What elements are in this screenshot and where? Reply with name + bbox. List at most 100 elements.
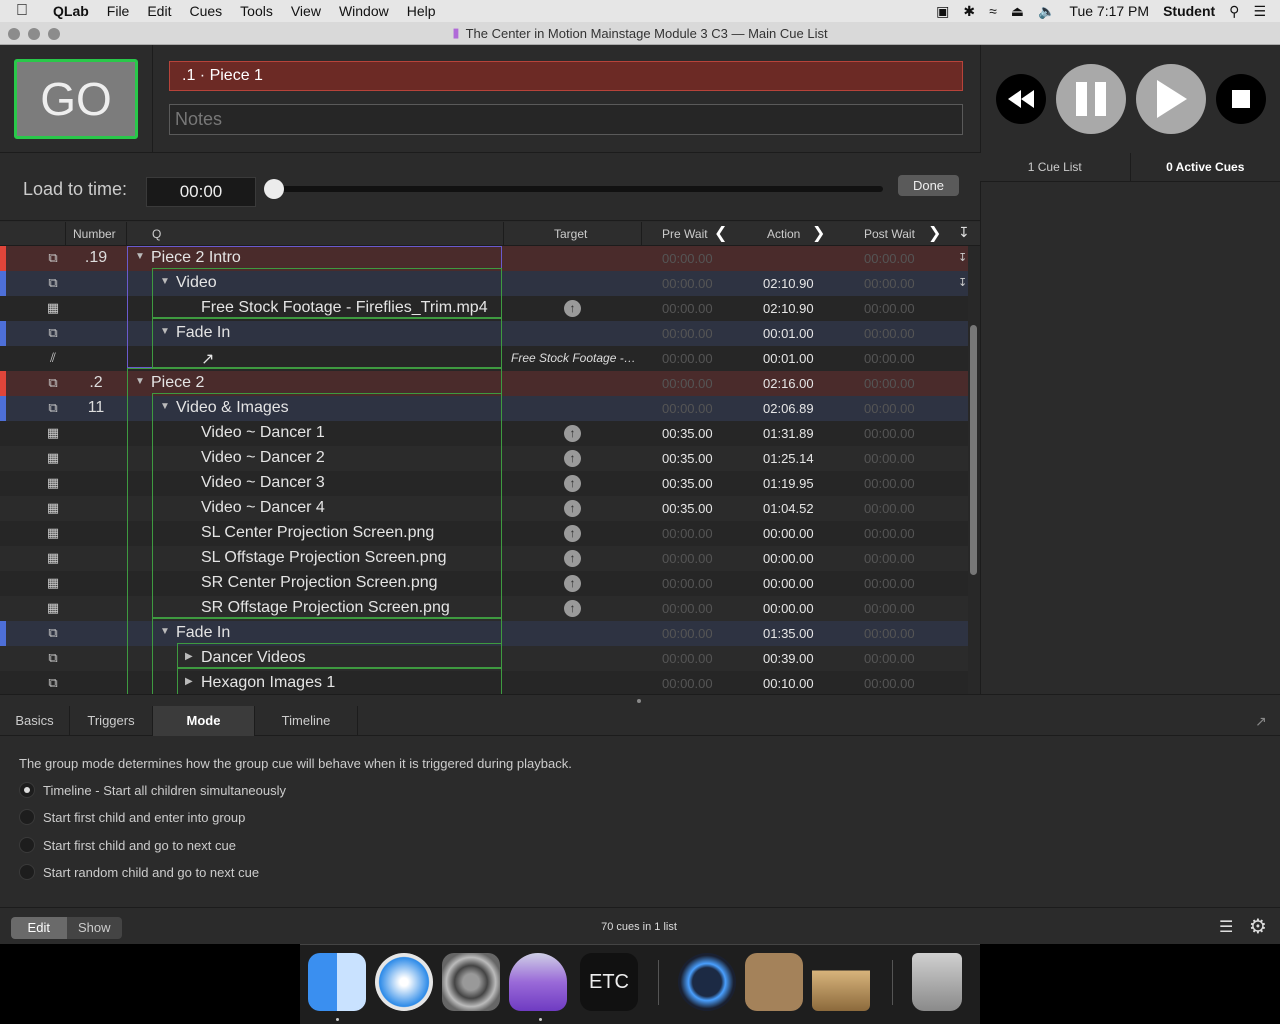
finder-icon[interactable] <box>308 953 366 1011</box>
minimize-window-button[interactable] <box>28 28 40 40</box>
cue-target[interactable]: Free Stock Footage -… <box>511 351 636 365</box>
post-wait[interactable]: 00:00.00 <box>864 401 915 416</box>
post-wait[interactable]: 00:00.00 <box>864 351 915 366</box>
menu-edit[interactable]: Edit <box>138 3 180 19</box>
apple-menu-icon[interactable]:  <box>0 2 44 20</box>
menu-app[interactable]: QLab <box>44 3 98 19</box>
action-duration[interactable]: 02:10.90 <box>763 301 814 316</box>
action-duration[interactable]: 00:39.00 <box>763 651 814 666</box>
target-arrow-icon[interactable]: ↑ <box>564 500 581 517</box>
list-view-icon[interactable]: ☰ <box>1219 917 1233 937</box>
pre-wait[interactable]: 00:35.00 <box>662 426 713 441</box>
pre-wait[interactable]: 00:00.00 <box>662 576 713 591</box>
pre-wait[interactable]: 00:00.00 <box>662 676 713 691</box>
cue-number[interactable]: 11 <box>70 399 122 417</box>
quicktime-icon[interactable] <box>678 953 736 1011</box>
pause-button[interactable] <box>1056 64 1126 134</box>
post-wait[interactable]: 00:00.00 <box>864 326 915 341</box>
tab-triggers[interactable]: Triggers <box>70 706 153 736</box>
action-duration[interactable]: 02:16.00 <box>763 376 814 391</box>
post-wait[interactable]: 00:00.00 <box>864 501 915 516</box>
popout-icon[interactable]: ↗ <box>1255 713 1267 730</box>
column-pre-wait[interactable]: Pre Wait <box>662 227 708 241</box>
pre-wait[interactable]: 00:00.00 <box>662 351 713 366</box>
action-duration[interactable]: 02:06.89 <box>763 401 814 416</box>
post-wait[interactable]: 00:00.00 <box>864 551 915 566</box>
display-icon[interactable]: ▣ <box>936 3 949 20</box>
post-wait[interactable]: 00:00.00 <box>864 676 915 691</box>
wifi-icon[interactable]: ≈ <box>989 3 997 19</box>
column-q[interactable]: Q <box>152 227 161 241</box>
post-wait[interactable]: 00:00.00 <box>864 476 915 491</box>
chess-icon[interactable] <box>812 953 870 1011</box>
contacts-icon[interactable] <box>745 953 803 1011</box>
pre-wait[interactable]: 00:00.00 <box>662 326 713 341</box>
slider-knob[interactable] <box>264 179 284 199</box>
mode-option-first-child-next[interactable]: Start first child and go to next cue <box>19 837 236 853</box>
target-arrow-icon[interactable]: ↑ <box>564 450 581 467</box>
tab-timeline[interactable]: Timeline <box>255 706 358 736</box>
target-arrow-icon[interactable]: ↑ <box>564 575 581 592</box>
go-button[interactable]: GO <box>14 59 138 139</box>
menu-clock[interactable]: Tue 7:17 PM <box>1069 3 1149 19</box>
post-wait[interactable]: 00:00.00 <box>864 601 915 616</box>
menu-help[interactable]: Help <box>398 3 445 19</box>
pre-wait[interactable]: 00:00.00 <box>662 301 713 316</box>
action-duration[interactable]: 01:31.89 <box>763 426 814 441</box>
action-duration[interactable]: 01:25.14 <box>763 451 814 466</box>
radio-button[interactable] <box>19 809 35 825</box>
action-duration[interactable]: 01:04.52 <box>763 501 814 516</box>
target-arrow-icon[interactable]: ↑ <box>564 475 581 492</box>
action-duration[interactable]: 00:01.00 <box>763 326 814 341</box>
mode-option-enter-group[interactable]: Start first child and enter into group <box>19 809 245 825</box>
column-target[interactable]: Target <box>554 227 587 241</box>
pre-wait[interactable]: 00:00.00 <box>662 251 713 266</box>
action-duration[interactable]: 02:10.90 <box>763 276 814 291</box>
post-wait[interactable]: 00:00.00 <box>864 576 915 591</box>
post-wait[interactable]: 00:00.00 <box>864 451 915 466</box>
radio-button[interactable] <box>19 837 35 853</box>
bluetooth-icon[interactable]: ✱ <box>963 3 975 20</box>
target-arrow-icon[interactable]: ↑ <box>564 600 581 617</box>
action-duration[interactable]: 00:00.00 <box>763 576 814 591</box>
pre-wait[interactable]: 00:00.00 <box>662 276 713 291</box>
post-wait[interactable]: 00:00.00 <box>864 526 915 541</box>
pre-wait[interactable]: 00:00.00 <box>662 651 713 666</box>
menu-window[interactable]: Window <box>330 3 398 19</box>
cue-number[interactable]: .19 <box>70 249 122 267</box>
qlab-icon[interactable] <box>509 953 567 1011</box>
tab-basics[interactable]: Basics <box>0 706 70 736</box>
safari-icon[interactable] <box>375 953 433 1011</box>
pre-wait[interactable]: 00:00.00 <box>662 401 713 416</box>
pre-wait[interactable]: 00:00.00 <box>662 376 713 391</box>
post-wait[interactable]: 00:00.00 <box>864 251 915 266</box>
trash-icon[interactable] <box>912 953 962 1011</box>
column-number[interactable]: Number <box>73 227 116 241</box>
target-arrow-icon[interactable]: ↑ <box>564 300 581 317</box>
target-arrow-icon[interactable]: ↑ <box>564 525 581 542</box>
zoom-window-button[interactable] <box>48 28 60 40</box>
pre-wait[interactable]: 00:35.00 <box>662 451 713 466</box>
eject-icon[interactable]: ⏏ <box>1011 3 1024 20</box>
done-button[interactable]: Done <box>898 175 959 196</box>
menu-view[interactable]: View <box>282 3 330 19</box>
load-time-slider[interactable] <box>265 186 883 192</box>
inspector-splitter[interactable] <box>0 694 1280 706</box>
rewind-button[interactable] <box>996 74 1046 124</box>
pre-wait[interactable]: 00:00.00 <box>662 626 713 641</box>
post-wait[interactable]: 00:00.00 <box>864 376 915 391</box>
standby-cue-name[interactable]: .1 · Piece 1 <box>169 61 963 91</box>
close-window-button[interactable] <box>8 28 20 40</box>
action-duration[interactable]: 00:00.00 <box>763 526 814 541</box>
notes-field[interactable]: Notes <box>169 104 963 135</box>
mode-option-timeline[interactable]: Timeline - Start all children simultaneo… <box>19 782 286 798</box>
tab-mode[interactable]: Mode <box>153 706 255 736</box>
pre-wait[interactable]: 00:00.00 <box>662 601 713 616</box>
action-duration[interactable]: 01:19.95 <box>763 476 814 491</box>
volume-icon[interactable]: 🔈 <box>1038 3 1055 20</box>
menu-file[interactable]: File <box>98 3 139 19</box>
column-action[interactable]: Action <box>767 227 800 241</box>
post-wait[interactable]: 00:00.00 <box>864 276 915 291</box>
action-duration[interactable]: 00:00.00 <box>763 601 814 616</box>
target-arrow-icon[interactable]: ↑ <box>564 425 581 442</box>
